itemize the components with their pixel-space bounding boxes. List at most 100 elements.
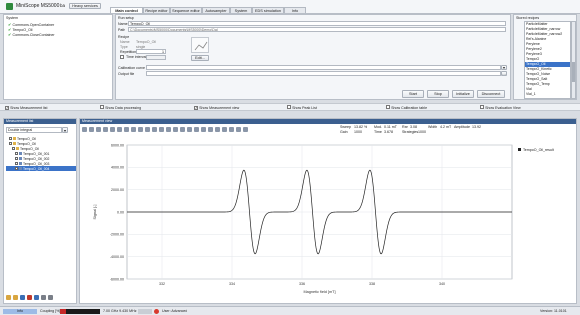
option-show-measurement-list[interactable]: ✓ Show Measurement list — [5, 105, 47, 110]
tree-checkbox[interactable] — [15, 157, 18, 160]
tab-info[interactable]: Info — [284, 7, 306, 13]
overlay-icon[interactable] — [229, 126, 234, 132]
system-item[interactable]: ✔ Commons.CloseContainer — [8, 32, 55, 37]
initialize-button[interactable]: Initialize — [452, 90, 474, 98]
info-icon[interactable] — [208, 126, 213, 132]
filter-icon[interactable] — [236, 126, 241, 132]
run-setup-panel: Run setup Name TempoO_Oil Path C:\Docume… — [115, 14, 511, 100]
name-input[interactable]: TempoO_Oil — [128, 21, 506, 26]
edit-button[interactable]: Edit... — [191, 55, 209, 61]
baseline-icon[interactable] — [124, 126, 129, 132]
epr-spectrum-chart[interactable]: 332 334 336 338 340 6000.00 4000.00 2000.00 0.00… — [82, 137, 576, 303]
zoom-in-icon[interactable] — [82, 126, 87, 132]
tree-checkbox[interactable] — [9, 142, 12, 145]
save-icon[interactable] — [215, 126, 220, 132]
info-value-time: 3.678 — [384, 130, 393, 134]
tab-sequence-editor[interactable]: Sequence editor — [170, 7, 202, 13]
settings-icon[interactable] — [159, 126, 164, 132]
save-icon[interactable] — [20, 295, 25, 300]
option-label: Show Measurement list — [10, 106, 48, 110]
cursor-icon[interactable] — [110, 126, 115, 132]
open-folder-icon[interactable] — [6, 295, 11, 300]
measurement-tree[interactable]: TempoO_Oil TempoO_Oil TempoO_Oil TempoO_Oil… — [6, 136, 76, 276]
close-icon[interactable] — [243, 126, 248, 132]
disconnect-button[interactable]: Disconnect — [477, 90, 505, 98]
delete-icon[interactable] — [27, 295, 32, 300]
fit-icon[interactable] — [103, 126, 108, 132]
import-icon[interactable] — [13, 295, 18, 300]
checkbox[interactable]: ✓ — [5, 106, 9, 110]
tab-eds-simulation[interactable]: EDS simulation — [252, 7, 284, 13]
option-show-evaluation-view[interactable]: Show Evaluation View — [480, 105, 521, 110]
option-show-calibration-table[interactable]: Show Calibration table — [386, 105, 427, 110]
app-logo-icon — [6, 3, 13, 10]
warning-icon — [154, 309, 159, 314]
tab-autosampler[interactable]: Autosampler — [202, 7, 230, 13]
tree-item[interactable]: TempoO_Oil_004 — [6, 166, 76, 171]
print-icon[interactable] — [41, 295, 46, 300]
option-show-peak-list[interactable]: Show Peak List — [287, 105, 317, 110]
calibration-input[interactable] — [146, 65, 501, 70]
legend-icon[interactable] — [173, 126, 178, 132]
axis-icon[interactable] — [180, 126, 185, 132]
zoom-out-icon[interactable] — [89, 126, 94, 132]
peak-icon[interactable] — [117, 126, 122, 132]
stop-button[interactable]: Stop — [427, 90, 449, 98]
path-input[interactable]: C:\Documents\MS5000\Documents\MS5000\Dem… — [128, 27, 506, 32]
output-browse-button[interactable]: … — [501, 71, 507, 76]
y-tick-label: 0.00 — [117, 210, 124, 214]
table-icon[interactable] — [48, 295, 53, 300]
start-button[interactable]: Start — [402, 90, 424, 98]
mode-select[interactable]: Double integral — [6, 127, 62, 133]
recipe-label: Recipe — [118, 35, 130, 39]
status-info-tab[interactable]: Info — [3, 309, 37, 314]
output-input[interactable] — [146, 71, 501, 76]
measurement-info: Sweep 13.82 % Mod. 0.11 mT Rxn 3.08 Widt… — [340, 125, 576, 135]
x-tick-label: 338 — [369, 282, 375, 286]
app-title: MiniScope MS5000 — [16, 3, 60, 9]
heavy-services-badge[interactable]: Heavy services — [69, 3, 101, 9]
option-show-measurement-view[interactable]: ✓ Show Measurement view — [194, 105, 239, 110]
color-icon[interactable] — [187, 126, 192, 132]
grid-icon[interactable] — [166, 126, 171, 132]
tree-checkbox[interactable] — [15, 167, 18, 170]
checkbox[interactable]: ✓ — [194, 106, 198, 110]
time-interval-checkbox[interactable] — [120, 55, 124, 59]
recipe-list-item[interactable]: Vial_1 — [525, 92, 570, 97]
time-interval-input[interactable] — [146, 55, 166, 60]
checkbox[interactable] — [100, 105, 104, 109]
redo-icon[interactable] — [201, 126, 206, 132]
undo-icon[interactable] — [194, 126, 199, 132]
x-tick-label: 332 — [159, 282, 165, 286]
tree-checkbox[interactable] — [9, 137, 12, 140]
progress-indicator — [138, 309, 152, 314]
mode-dropdown-button[interactable]: ▾ — [62, 127, 68, 133]
time-interval-label: Time interval — [126, 55, 147, 59]
tab-main-control[interactable]: Main control — [110, 7, 143, 13]
stored-recipes-list[interactable]: ParticleMatter ParticleMatter_narrow Parti… — [524, 21, 571, 99]
tree-checkbox[interactable] — [15, 152, 18, 155]
integrate-icon[interactable] — [131, 126, 136, 132]
tab-recipe-editor[interactable]: Recipe editor — [143, 7, 170, 13]
checkbox[interactable] — [386, 105, 390, 109]
tab-system[interactable]: System — [230, 7, 252, 13]
pan-icon[interactable] — [96, 126, 101, 132]
export-icon[interactable] — [145, 126, 150, 132]
repetitions-input[interactable]: 1 — [136, 49, 166, 54]
info-label-amplitude: Amplitude — [454, 125, 470, 129]
measurement-list-toolbar — [6, 295, 76, 302]
tree-checkbox[interactable] — [15, 162, 18, 165]
tree-checkbox[interactable] — [12, 147, 15, 150]
output-label: Output file — [118, 72, 135, 76]
checkbox[interactable] — [287, 105, 291, 109]
option-show-data-processing[interactable]: Show Data processing — [100, 105, 141, 110]
checkbox[interactable] — [480, 105, 484, 109]
tree-item-label: TempoO_Oil — [17, 136, 36, 141]
calibration-dropdown-button[interactable]: ▾ — [501, 65, 507, 70]
table-icon[interactable] — [222, 126, 227, 132]
print-icon[interactable] — [152, 126, 157, 132]
copy-icon[interactable] — [138, 126, 143, 132]
export-icon[interactable] — [34, 295, 39, 300]
recipes-scrollbar[interactable] — [571, 21, 576, 99]
y-tick-label: -4000.00 — [110, 255, 124, 259]
